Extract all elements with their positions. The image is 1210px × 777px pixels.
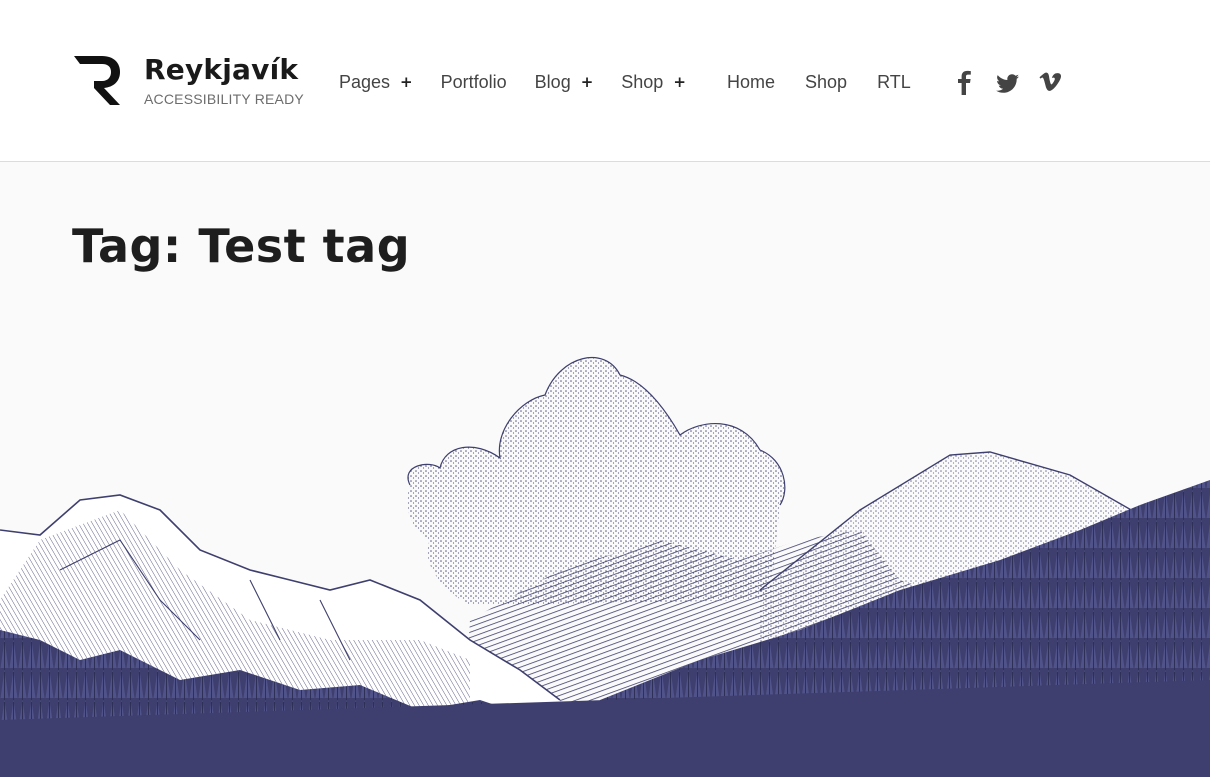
nav-link-blog[interactable]: Blog <box>535 68 571 96</box>
secondary-navigation: Home Shop RTL <box>727 68 941 96</box>
vimeo-icon[interactable] <box>1038 68 1062 96</box>
nav-item-pages: Pages + <box>339 68 413 96</box>
nav-link-shop[interactable]: Shop <box>621 68 663 96</box>
nav-item-shop: Shop + <box>621 68 686 96</box>
logo-r-icon[interactable] <box>72 52 124 108</box>
site-title[interactable]: Reykjavík <box>144 52 304 88</box>
secondary-nav-shop[interactable]: Shop <box>805 68 847 96</box>
submenu-toggle-plus-icon[interactable]: + <box>673 68 686 96</box>
site-header: Reykjavík ACCESSIBILITY READY Pages + Po… <box>0 0 1210 162</box>
site-tagline: ACCESSIBILITY READY <box>144 91 304 107</box>
primary-navigation: Pages + Portfolio Blog + Shop + <box>339 68 714 96</box>
archive-title: Tag: Test tag <box>72 219 411 273</box>
submenu-toggle-plus-icon[interactable]: + <box>581 68 594 96</box>
social-links <box>952 68 1081 96</box>
secondary-nav-home[interactable]: Home <box>727 68 775 96</box>
submenu-toggle-plus-icon[interactable]: + <box>400 68 413 96</box>
nav-link-pages[interactable]: Pages <box>339 68 390 96</box>
twitter-icon[interactable] <box>995 68 1019 96</box>
nav-item-portfolio: Portfolio <box>441 68 507 96</box>
site-branding: Reykjavík ACCESSIBILITY READY <box>72 52 304 108</box>
nav-link-portfolio[interactable]: Portfolio <box>441 68 507 96</box>
secondary-nav-rtl[interactable]: RTL <box>877 68 911 96</box>
nav-item-blog: Blog + <box>535 68 594 96</box>
facebook-icon[interactable] <box>952 68 976 96</box>
mountain-illustration <box>0 340 1210 777</box>
